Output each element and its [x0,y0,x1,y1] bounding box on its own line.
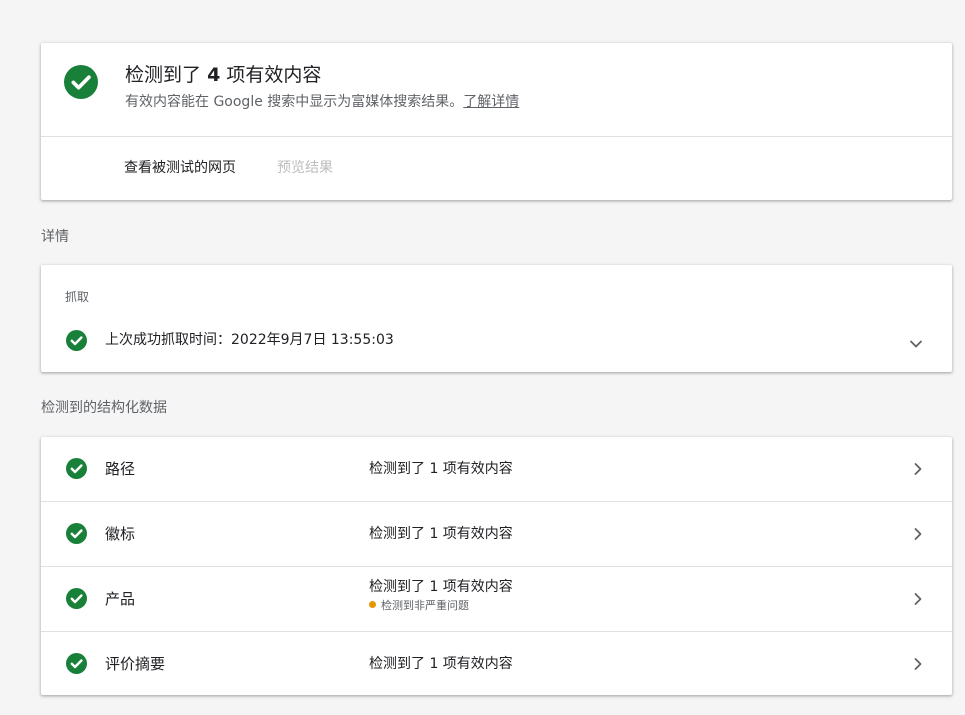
details-section-header: 详情 [41,229,69,245]
chevron-right-icon [913,526,923,545]
structured-data-status: 检测到了 1 项有效内容 [369,656,513,672]
structured-data-name: 徽标 [105,525,136,543]
structured-data-row[interactable]: 评价摘要 检测到了 1 项有效内容 [41,631,952,696]
summary-subtitle-text: 有效内容能在 Google 搜索中显示为富媒体搜索结果。 [125,94,464,110]
warning-dot-icon [369,601,376,608]
summary-title-prefix: 检测到了 [125,64,202,86]
structured-data-row[interactable]: 产品 检测到了 1 项有效内容 检测到非严重问题 [41,566,952,631]
structured-data-name: 路径 [105,460,136,478]
structured-data-name: 产品 [105,590,136,608]
structured-data-status: 检测到了 1 项有效内容 [369,526,513,542]
structured-data-row[interactable]: 路径 检测到了 1 项有效内容 [41,437,952,501]
structured-data-row[interactable]: 徽标 检测到了 1 项有效内容 [41,501,952,566]
summary-title-suffix: 项有效内容 [226,64,322,86]
view-tested-page-button[interactable]: 查看被测试的网页 [124,158,236,178]
chevron-down-icon[interactable] [909,334,923,353]
issue-text: 检测到非严重问题 [381,599,469,612]
non-critical-issue-note: 检测到非严重问题 [369,598,469,614]
crawl-label: 抓取 [65,290,90,304]
structured-data-status: 检测到了 1 项有效内容 [369,461,513,477]
summary-title-count: 4 [207,64,221,86]
chevron-right-icon [913,461,923,480]
summary-title: 检测到了 4 项有效内容 [125,62,321,88]
chevron-right-icon [913,591,923,610]
check-circle-icon [64,65,98,99]
crawl-row[interactable]: 上次成功抓取时间：2022年9月7日 13:55:03 [41,320,952,360]
summary-subtitle: 有效内容能在 Google 搜索中显示为富媒体搜索结果。了解详情 [125,92,519,112]
crawl-card: 抓取 上次成功抓取时间：2022年9月7日 13:55:03 [41,265,952,372]
structured-data-name: 评价摘要 [105,655,166,673]
structured-data-card: 路径 检测到了 1 项有效内容 徽标 检测到了 1 项有效内容 产品 检测到了 … [41,437,952,695]
divider [41,136,952,137]
learn-more-link[interactable]: 了解详情 [463,94,519,110]
structured-data-section-header: 检测到的结构化数据 [41,400,167,416]
preview-results-button: 预览结果 [277,160,333,176]
structured-data-status: 检测到了 1 项有效内容 [369,579,513,595]
chevron-right-icon [913,656,923,675]
last-crawl-time: 上次成功抓取时间：2022年9月7日 13:55:03 [105,332,394,348]
summary-card: 检测到了 4 项有效内容 有效内容能在 Google 搜索中显示为富媒体搜索结果… [41,43,952,200]
